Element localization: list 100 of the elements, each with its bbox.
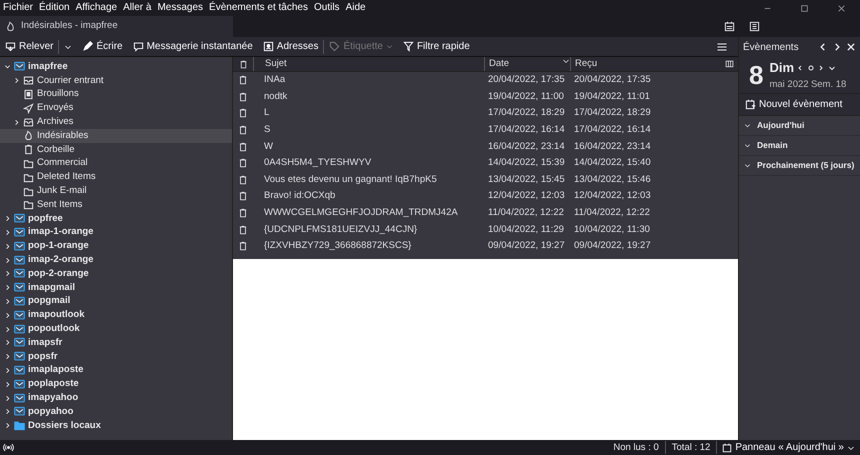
- chevron-left-icon[interactable]: [796, 64, 804, 72]
- folder-item[interactable]: Envoyés: [0, 101, 232, 116]
- folder-item[interactable]: imap-1-orange: [0, 226, 232, 240]
- folder-item[interactable]: popgmail: [0, 294, 232, 308]
- toolbar-button[interactable]: Adresses: [258, 36, 324, 56]
- menu-item[interactable]: Évènements et tâches: [206, 0, 311, 16]
- folder-item[interactable]: imapgmail: [0, 280, 232, 295]
- task-list-icon[interactable]: [749, 21, 760, 32]
- chevron-right-icon[interactable]: [4, 422, 10, 430]
- folder-item[interactable]: Corbeille: [0, 142, 232, 157]
- folder-item[interactable]: popyahoo: [0, 404, 232, 419]
- folder-item[interactable]: popfree: [0, 212, 232, 226]
- subject-cell-text: L: [263, 106, 270, 120]
- mail-account-icon: [14, 226, 25, 238]
- toolbar-button[interactable]: Écrire: [77, 36, 128, 56]
- chevron-right-icon[interactable]: [4, 366, 10, 374]
- column-picker-icon[interactable]: [725, 60, 734, 68]
- chevron-right-icon[interactable]: [4, 326, 10, 333]
- chevron-down-icon: [744, 122, 751, 129]
- chevron-right-icon[interactable]: [12, 77, 20, 84]
- chevron-right-icon[interactable]: [4, 339, 10, 346]
- folder-item[interactable]: Junk E-mail: [0, 184, 232, 198]
- agenda-section[interactable]: Aujourd'hui: [739, 116, 860, 136]
- chevron-right-icon[interactable]: [4, 215, 10, 222]
- chevron-right-icon[interactable]: [4, 380, 10, 388]
- received-cell-text: 10/04/2022, 11:30: [573, 222, 651, 237]
- menu-item[interactable]: Aller à: [120, 0, 154, 16]
- column-header[interactable]: Sujet: [253, 56, 484, 72]
- maximize-icon[interactable]: [800, 4, 809, 12]
- chevron-right-icon[interactable]: [4, 242, 10, 250]
- chevron-down-icon[interactable]: [4, 63, 10, 70]
- chevron-right-icon[interactable]: [12, 118, 20, 126]
- folder-item[interactable]: imapyahoo: [0, 391, 232, 405]
- folder-item[interactable]: poplaposte: [0, 377, 232, 392]
- agenda-section[interactable]: Demain: [739, 136, 860, 156]
- date-cell-text: 14/04/2022, 15:39: [487, 156, 566, 170]
- folder-item[interactable]: popsfr: [0, 350, 232, 364]
- menu-item[interactable]: Édition: [36, 0, 73, 16]
- folder-item[interactable]: imapoutlook: [0, 308, 232, 322]
- folder-item[interactable]: pop-1-orange: [0, 239, 232, 254]
- folder-item[interactable]: imapfree: [0, 60, 232, 74]
- folder-item[interactable]: Dossiers locaux: [0, 418, 232, 433]
- folder-item[interactable]: Archives: [0, 115, 232, 129]
- mail-account-icon: [14, 324, 25, 335]
- mail-tab[interactable]: Indésirables - imapfree: [0, 16, 233, 37]
- folder-item[interactable]: Commercial: [0, 156, 232, 170]
- antenna-icon[interactable]: [3, 442, 14, 453]
- folder-item[interactable]: pop-2-orange: [0, 266, 232, 281]
- trash-icon: [238, 92, 248, 102]
- subject-cell-text: 0A4SH5M4_TYESHWYV: [263, 156, 372, 170]
- folder-item[interactable]: imapsfr: [0, 336, 232, 350]
- folder-item[interactable]: popoutlook: [0, 322, 232, 336]
- menu-item[interactable]: Fichier: [0, 0, 36, 16]
- caret-icon: [386, 43, 393, 50]
- chat-bubble-icon: [132, 41, 144, 52]
- today-pane-button[interactable]: Panneau « Aujourd'hui »: [717, 440, 860, 455]
- chevron-down-icon[interactable]: [828, 64, 836, 72]
- chevron-right-icon[interactable]: [4, 394, 10, 402]
- menu-item[interactable]: Messages: [154, 0, 206, 16]
- trash-icon: [238, 174, 248, 185]
- date-cell-text: 17/04/2022, 16:14: [487, 122, 566, 137]
- archive-box-icon: [23, 116, 34, 128]
- column-header[interactable]: Reçu: [570, 56, 725, 72]
- folder-item[interactable]: Courrier entrant: [0, 74, 232, 88]
- folder-item[interactable]: Indésirables: [0, 128, 232, 143]
- trash-icon: [238, 142, 248, 152]
- toolbar-button[interactable]: Messagerie instantanée: [128, 36, 258, 56]
- chevron-right-icon[interactable]: [4, 256, 10, 264]
- total-count: Total : 12: [666, 441, 718, 454]
- folder-item[interactable]: Brouillons: [0, 88, 232, 102]
- folder-icon: [23, 186, 34, 197]
- chevron-right-icon[interactable]: [4, 298, 10, 305]
- received-cell-text: 13/04/2022, 15:46: [573, 172, 652, 187]
- received-cell-text: 16/04/2022, 23:14: [573, 140, 652, 154]
- folder-item[interactable]: imaplaposte: [0, 364, 232, 378]
- received-cell-text: 17/04/2022, 16:14: [573, 122, 652, 137]
- chevron-right-icon[interactable]: [4, 228, 10, 236]
- menu-item[interactable]: Outils: [311, 0, 343, 16]
- calendar-icon[interactable]: [724, 21, 735, 32]
- toolbar-button[interactable]: Relever: [0, 36, 58, 56]
- chevron-right-icon[interactable]: [4, 284, 10, 292]
- pencil-icon: [82, 41, 94, 52]
- toolbar-button[interactable]: Filtre rapide: [398, 36, 475, 56]
- mail-account-icon: [14, 337, 25, 348]
- trash-icon: [238, 208, 248, 218]
- folder-item[interactable]: Sent Items: [0, 198, 232, 212]
- circle-icon[interactable]: [806, 64, 815, 72]
- menu-item[interactable]: Aide: [342, 0, 369, 16]
- chevron-right-icon[interactable]: [4, 408, 10, 416]
- close-icon[interactable]: [837, 4, 846, 12]
- chevron-right-icon[interactable]: [817, 64, 826, 72]
- menu-item[interactable]: Affichage: [72, 0, 120, 16]
- chevron-right-icon[interactable]: [4, 312, 10, 319]
- column-header[interactable]: Date: [484, 56, 570, 72]
- chevron-right-icon[interactable]: [4, 353, 10, 360]
- folder-item[interactable]: imap-2-orange: [0, 253, 232, 267]
- chevron-right-icon[interactable]: [4, 270, 10, 278]
- folder-item[interactable]: Deleted Items: [0, 170, 232, 184]
- menu-icon[interactable]: [716, 40, 728, 52]
- agenda-section[interactable]: Prochainement (5 jours): [739, 156, 860, 176]
